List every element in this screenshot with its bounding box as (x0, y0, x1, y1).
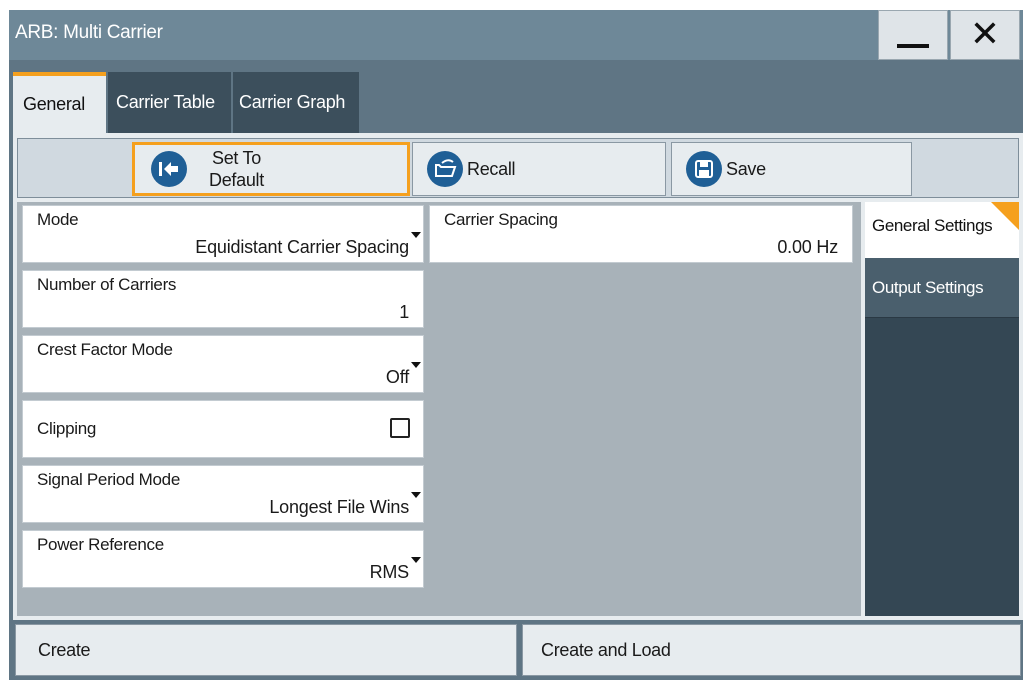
arb-multi-carrier-dialog: ARB: Multi Carrier ✕ General Carrier Tab… (9, 10, 1023, 680)
crest-factor-mode-label: Crest Factor Mode (37, 340, 173, 359)
power-reference-label: Power Reference (37, 535, 164, 554)
close-button[interactable]: ✕ (950, 10, 1020, 60)
power-reference-select[interactable]: Power Reference RMS (22, 530, 424, 588)
mode-label: Mode (37, 210, 79, 229)
tab-carrier-table[interactable]: Carrier Table (108, 72, 231, 133)
set-default-icon (151, 151, 187, 187)
number-of-carriers-label: Number of Carriers (37, 275, 177, 294)
mode-value: Equidistant Carrier Spacing (195, 237, 409, 257)
title-bar: ARB: Multi Carrier ✕ (9, 10, 1023, 60)
set-default-label-line2: Default (209, 170, 264, 190)
carrier-spacing-label: Carrier Spacing (444, 210, 558, 229)
carrier-spacing-field[interactable]: Carrier Spacing 0.00 Hz (429, 205, 853, 263)
settings-panel: Mode Equidistant Carrier Spacing Carrier… (17, 202, 861, 616)
floppy-disk-icon (686, 151, 722, 187)
side-nav-output-settings[interactable]: Output Settings (865, 258, 1019, 318)
number-of-carriers-field[interactable]: Number of Carriers 1 (22, 270, 424, 328)
clipping-row: Clipping (22, 400, 424, 458)
general-tab-content: Set To Default Recall Save Mode Equidist… (13, 133, 1023, 620)
carrier-spacing-value: 0.00 Hz (777, 237, 838, 257)
dropdown-arrow-icon (411, 232, 421, 238)
tab-carrier-graph[interactable]: Carrier Graph (233, 72, 359, 133)
tab-bar: General Carrier Table Carrier Graph (9, 60, 1023, 133)
recall-label: Recall (467, 159, 516, 179)
active-corner-marker (991, 202, 1019, 230)
set-to-default-button[interactable]: Set To Default (132, 142, 410, 196)
window-title: ARB: Multi Carrier (15, 22, 163, 43)
tab-general[interactable]: General (13, 72, 106, 133)
bottom-button-bar: Create Create and Load (9, 620, 1023, 680)
signal-period-mode-value: Longest File Wins (269, 497, 409, 517)
toolbar: Set To Default Recall Save (17, 138, 1019, 198)
signal-period-mode-select[interactable]: Signal Period Mode Longest File Wins (22, 465, 424, 523)
mode-select[interactable]: Mode Equidistant Carrier Spacing (22, 205, 424, 263)
number-of-carriers-value: 1 (399, 302, 409, 322)
power-reference-value: RMS (369, 562, 410, 582)
dropdown-arrow-icon (411, 492, 421, 498)
signal-period-mode-label: Signal Period Mode (37, 470, 180, 489)
close-icon: ✕ (969, 14, 1001, 55)
create-and-load-button[interactable]: Create and Load (522, 624, 1021, 676)
crest-factor-mode-value: Off (385, 367, 409, 387)
recall-button[interactable]: Recall (412, 142, 666, 196)
clipping-checkbox[interactable] (390, 418, 410, 438)
side-nav-general-settings-label: General Settings (872, 216, 993, 235)
folder-open-icon (427, 151, 463, 187)
side-navigation: General Settings Output Settings (865, 202, 1019, 616)
save-label: Save (726, 159, 766, 179)
dropdown-arrow-icon (411, 362, 421, 368)
side-nav-general-settings[interactable]: General Settings (865, 202, 1019, 258)
dropdown-arrow-icon (411, 557, 421, 563)
minimize-icon (897, 44, 929, 48)
minimize-button[interactable] (878, 10, 948, 60)
create-button[interactable]: Create (15, 624, 517, 676)
crest-factor-mode-select[interactable]: Crest Factor Mode Off (22, 335, 424, 393)
save-button[interactable]: Save (671, 142, 912, 196)
set-default-label-line1: Set To (212, 148, 261, 168)
clipping-label: Clipping (37, 419, 97, 438)
